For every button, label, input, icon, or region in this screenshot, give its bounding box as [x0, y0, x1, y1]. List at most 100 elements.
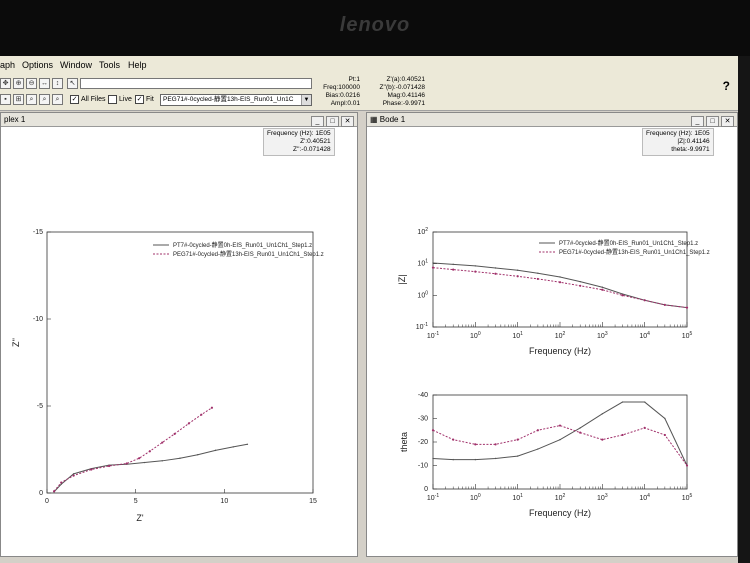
- data-point-s2-12: [685, 464, 689, 467]
- data-point-s2-0: [52, 490, 56, 493]
- data-point-s1-0: [432, 457, 434, 460]
- data-point-s2-8: [161, 441, 164, 444]
- data-point-s1-7: [161, 460, 163, 462]
- data-point-s2-12: [685, 306, 689, 309]
- magnify-reset-icon[interactable]: ⌕: [52, 94, 63, 105]
- data-point-s2-10: [187, 422, 190, 425]
- bode-icon: ▦: [370, 115, 380, 124]
- phase-x-tick-label: 101: [512, 493, 523, 502]
- menu-item-help[interactable]: Help: [128, 60, 147, 70]
- data-point-s1-6: [559, 276, 561, 278]
- mag-y-tick-label: 102: [417, 227, 428, 236]
- menu-item-window[interactable]: Window: [60, 60, 92, 70]
- complex-plot-window: plex 1 _ □ ✕ Frequency (Hz): 1E05 Z':0.405…: [0, 112, 358, 557]
- y-tick-label: -15: [33, 229, 43, 236]
- data-point-s2-11: [663, 433, 666, 437]
- data-point-s1-8: [179, 457, 181, 459]
- maximize-icon[interactable]: □: [706, 116, 719, 127]
- readout-zre: Z'(a):0.40521: [386, 76, 425, 83]
- data-point-s2-7: [148, 450, 151, 453]
- menu-item-tools[interactable]: Tools: [99, 60, 120, 70]
- save-icon[interactable]: ▪: [0, 94, 11, 105]
- legend-label-2: PEG71#-0cycled-静置13h-EIS_Run01_Un1Ch1_St…: [173, 250, 324, 258]
- data-point-s2-0: [431, 429, 435, 432]
- zoom-x-icon[interactable]: ↔: [39, 78, 50, 89]
- data-point-s1-1: [452, 458, 454, 461]
- mag-x-tick-label: 10-1: [427, 331, 439, 340]
- complex-plot-title: plex 1: [4, 115, 26, 124]
- file-position-slider[interactable]: [80, 78, 312, 89]
- phase-y-tick-label: -40: [418, 392, 428, 399]
- minimize-icon[interactable]: _: [311, 116, 324, 127]
- data-point-s1-10: [214, 449, 217, 452]
- data-point-s2-4: [516, 438, 519, 441]
- zoom-y-icon[interactable]: ↕: [52, 78, 63, 89]
- data-point-s2-1: [452, 438, 455, 441]
- brand-logo: lenovo: [339, 14, 411, 36]
- data-point-s1-4: [516, 269, 519, 271]
- series-line-2: [432, 267, 688, 309]
- mag-x-tick-label: 100: [470, 331, 481, 340]
- mag-x-tick-label: 102: [555, 331, 566, 340]
- data-point-s1-11: [664, 417, 666, 420]
- data-point-s1-3: [494, 267, 497, 269]
- file-select[interactable]: PEG71#-0cycled-静置13h-EIS_Run01_Un1C ▼: [160, 94, 312, 106]
- data-point-s2-11: [200, 413, 203, 416]
- data-point-s1-8: [601, 286, 604, 288]
- menu-item-options[interactable]: Options: [22, 60, 53, 70]
- mag-x-tick-label: 104: [639, 331, 650, 340]
- data-point-s1-6: [559, 438, 561, 441]
- data-point-s1-0: [432, 262, 434, 264]
- zoom-out-icon[interactable]: ⊖: [26, 78, 37, 89]
- phase-x-tick-label: 103: [597, 493, 608, 502]
- mag-y-tick-label: 10-1: [416, 322, 428, 331]
- cursor-icon[interactable]: ↖: [67, 78, 78, 89]
- data-point-s2-4: [107, 464, 111, 468]
- data-point-s2-9: [621, 294, 624, 297]
- x-tick-label: 0: [45, 498, 49, 505]
- close-icon[interactable]: ✕: [721, 116, 734, 127]
- data-point-s2-3: [494, 443, 497, 446]
- magnify-minus-icon[interactable]: ⌕: [39, 94, 50, 105]
- mag-x-tick-label: 105: [682, 331, 693, 340]
- phase-y-tick-label: -20: [418, 439, 428, 446]
- zoom-fit-icon[interactable]: ⊞: [13, 94, 24, 105]
- maximize-icon[interactable]: □: [326, 116, 339, 127]
- x-axis-title: Z': [136, 513, 143, 523]
- pan-icon[interactable]: ✥: [0, 78, 11, 89]
- data-point-s1-9: [197, 454, 199, 456]
- data-point-s2-5: [536, 429, 539, 432]
- phase-x-tick-label: 104: [639, 493, 650, 502]
- phase-plot-frame: [432, 394, 688, 490]
- data-point-s1-3: [494, 457, 497, 460]
- data-point-s1-7: [579, 427, 581, 429]
- complex-plane-chart[interactable]: 0 5 10 15 0 -5 -10 -15 Z' Z'' PT7#-0cycled-静置0h-EI…: [1, 127, 357, 555]
- readout-mag: Mag:0.41146: [387, 92, 425, 99]
- data-point-s1-9: [621, 401, 624, 403]
- data-point-s2-12: [210, 406, 214, 409]
- data-point-s2-7: [579, 431, 582, 434]
- data-point-s2-10: [643, 426, 646, 429]
- y-axis-title: Z'': [11, 338, 21, 347]
- data-point-s2-1: [60, 481, 63, 484]
- data-point-s2-6: [138, 457, 141, 460]
- zoom-in-icon[interactable]: ⊕: [13, 78, 24, 89]
- readout-ampl: Ampl:0.01: [330, 100, 360, 107]
- bode-chart[interactable]: 10-1 100 101 102 103 104 105 10-1 100 101 102 Frequ…: [367, 127, 737, 555]
- monitor-bezel-edge: [738, 56, 750, 563]
- menu-item-graph[interactable]: aph: [0, 60, 15, 70]
- live-checkbox[interactable]: [108, 95, 117, 104]
- minimize-icon[interactable]: _: [691, 116, 704, 127]
- all-files-label: All Files: [81, 96, 106, 103]
- phase-x-tick-label: 102: [555, 493, 566, 502]
- close-icon[interactable]: ✕: [341, 116, 354, 127]
- data-point-s2-2: [474, 270, 477, 273]
- fit-checkbox[interactable]: ✓: [135, 95, 144, 104]
- help-icon[interactable]: ?: [723, 79, 730, 93]
- y-tick-label: -10: [33, 316, 43, 323]
- magnify-icon[interactable]: ⌕: [26, 94, 37, 105]
- data-point-s1-11: [232, 446, 234, 448]
- legend-label-1: PT7#-0cycled-静置0h-EIS_Run01_Un1Ch1_Step1…: [559, 239, 698, 247]
- data-point-s1-7: [579, 280, 581, 283]
- all-files-checkbox[interactable]: ✓: [70, 95, 79, 104]
